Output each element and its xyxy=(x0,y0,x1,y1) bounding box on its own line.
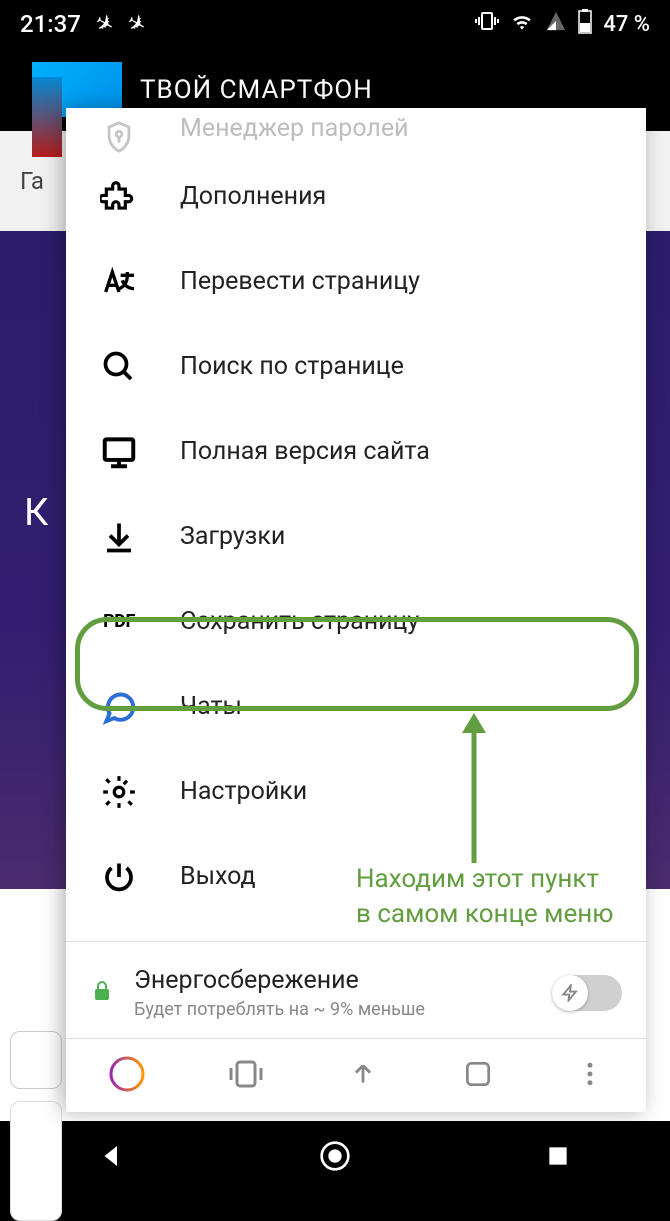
power-icon xyxy=(96,854,142,900)
system-nav-bar xyxy=(0,1121,670,1191)
status-time: 21:37 xyxy=(20,10,81,38)
more-icon[interactable] xyxy=(346,1057,380,1095)
energy-saving-row[interactable]: Энергосбережение Будет потреблять на ~ 9… xyxy=(66,948,646,1038)
search-icon xyxy=(96,344,142,390)
nav-recent-button[interactable] xyxy=(540,1138,576,1174)
menu-label: Менеджер паролей xyxy=(180,114,409,143)
lock-icon xyxy=(90,979,118,1007)
energy-subtitle: Будет потреблять на ~ 9% меньше xyxy=(134,999,552,1020)
pdf-icon: PDF xyxy=(96,599,142,645)
tabs-icon[interactable] xyxy=(462,1058,494,1094)
puzzle-icon xyxy=(96,174,142,220)
menu-item-addons[interactable]: Дополнения xyxy=(66,154,646,239)
menu-item-translate[interactable]: Перевести страницу xyxy=(66,239,646,324)
menu-item-find[interactable]: Поиск по странице xyxy=(66,324,646,409)
download-icon xyxy=(96,514,142,560)
chat-icon xyxy=(96,684,142,730)
yandex-icon[interactable] xyxy=(107,1054,147,1098)
nav-back-button[interactable] xyxy=(94,1138,130,1174)
shield-icon xyxy=(96,114,142,160)
menu-item-chats[interactable]: Чаты xyxy=(66,664,646,749)
battery-icon xyxy=(577,8,593,40)
send-icon: ✈ xyxy=(90,9,118,40)
status-bar: 21:37 ✈ ✈ 47 % xyxy=(0,0,670,48)
nav-home-button[interactable] xyxy=(317,1138,353,1174)
divider xyxy=(66,941,646,942)
wifi-icon xyxy=(509,8,535,40)
background-card xyxy=(10,1031,62,1089)
menu-item-save-page[interactable]: PDF Сохранить страницу xyxy=(66,579,646,664)
menu-label: Дополнения xyxy=(180,182,326,211)
translate-icon xyxy=(96,259,142,305)
battery-percentage: 47 % xyxy=(603,12,650,37)
menu-label: Настройки xyxy=(180,777,307,806)
send-icon: ✈ xyxy=(122,9,150,40)
menu-item-desktop[interactable]: Полная версия сайта xyxy=(66,409,646,494)
energy-title: Энергосбережение xyxy=(134,966,552,995)
menu-item-passwords[interactable]: Менеджер паролей xyxy=(66,108,646,154)
menu-label: Чаты xyxy=(180,692,242,721)
desktop-icon xyxy=(96,429,142,475)
carousel-icon[interactable] xyxy=(228,1056,264,1096)
menu-label: Сохранить страницу xyxy=(180,607,419,636)
menu-item-downloads[interactable]: Загрузки xyxy=(66,494,646,579)
menu-label: Поиск по странице xyxy=(180,352,404,381)
browser-menu: Менеджер паролей Дополнения Перевести ст… xyxy=(66,108,646,1112)
menu-label: Загрузки xyxy=(180,522,285,551)
signal-icon xyxy=(545,10,567,38)
menu-label: Выход xyxy=(180,862,256,891)
watermark-text: ТВОЙ СМАРТФОН xyxy=(140,75,373,105)
menu-label: Перевести страницу xyxy=(180,267,420,296)
browser-toolbar xyxy=(66,1038,646,1112)
page-title-fragment: К xyxy=(24,491,48,535)
energy-toggle[interactable] xyxy=(552,975,622,1011)
menu-label: Полная версия сайта xyxy=(180,437,430,466)
annotation-text: Находим этот пункт в самом конце меню xyxy=(356,862,613,932)
gear-icon xyxy=(96,769,142,815)
menu-dots-icon[interactable] xyxy=(575,1059,605,1093)
menu-item-settings[interactable]: Настройки xyxy=(66,749,646,834)
vibrate-icon xyxy=(475,9,499,39)
background-card xyxy=(10,1101,62,1221)
